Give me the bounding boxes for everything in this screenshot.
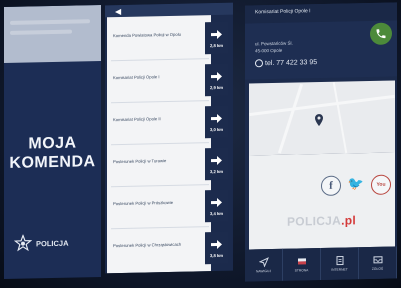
- back-arrow-icon[interactable]: ◀: [115, 7, 121, 16]
- facebook-icon[interactable]: f: [321, 175, 341, 196]
- station-name: Komenda Powiatowa Policji w Opolu: [113, 31, 181, 39]
- splash-title-line2: KOMENDA: [9, 153, 96, 172]
- address-line2: 45-000 Opole: [255, 47, 283, 54]
- splash-top-bar: [4, 4, 101, 64]
- map-road: [249, 94, 395, 117]
- list-item[interactable]: Komenda Powiatowa Policji w Opolu 2,8 km: [105, 17, 231, 62]
- navigate-button[interactable]: 2,8 km: [205, 21, 228, 55]
- tab-report[interactable]: ZGŁOŚ: [359, 246, 397, 280]
- phone-text: tel. 77 422 33 95: [265, 58, 318, 67]
- police-star-icon: [14, 234, 32, 252]
- bottom-tab-bar: NAWIGUJ STRONA INTERNET ZGŁOŚ: [245, 246, 397, 282]
- station-name: Posterunek Policji w Chrząstowicach: [113, 241, 182, 249]
- phone-icon: [376, 29, 386, 39]
- policja-pl-logo[interactable]: POLICJA.pl: [287, 213, 356, 228]
- list-item[interactable]: Posterunek Policji w Prószkowie 3,4 km: [105, 185, 231, 230]
- tab-label: NAWIGUJ: [255, 269, 272, 274]
- social-panel: f 🐦 You POLICJA.pl: [249, 152, 395, 250]
- navigate-button[interactable]: 3,2 km: [205, 147, 228, 181]
- flag-icon: [297, 258, 306, 265]
- station-name: Komisariat Policji Opole II: [113, 116, 161, 123]
- navigate-button[interactable]: 3,8 km: [205, 231, 228, 265]
- police-logo-text: POLICJA: [36, 238, 69, 248]
- detail-title: Komisariat Policji Opole I: [255, 8, 311, 16]
- right-arrow-icon: [210, 113, 222, 123]
- location-map[interactable]: [249, 80, 395, 156]
- distance-label: 3,4 km: [209, 210, 224, 216]
- map-road: [277, 83, 304, 154]
- address-line1: ul. Powstańców Śl.: [255, 40, 293, 47]
- distance-label: 2,8 km: [209, 42, 224, 48]
- phone-small-icon: [255, 59, 263, 68]
- splash-top-line: [10, 19, 90, 25]
- tab-internet[interactable]: INTERNET: [321, 247, 359, 280]
- right-arrow-icon: [210, 155, 222, 165]
- tab-label: STRONA: [294, 268, 309, 273]
- distance-label: 3,2 km: [209, 168, 224, 174]
- list-item[interactable]: Posterunek Policji w Chrząstowicach 3,8 …: [105, 227, 231, 272]
- right-arrow-icon: [210, 197, 222, 207]
- station-name: Komisariat Policji Opole I: [113, 74, 160, 81]
- tab-navigate[interactable]: NAWIGUJ: [245, 248, 283, 282]
- map-pin-icon: [315, 114, 323, 127]
- youtube-icon[interactable]: You: [371, 174, 391, 195]
- tab-website[interactable]: STRONA: [283, 248, 321, 281]
- inbox-icon: [373, 256, 382, 264]
- station-list-screen: ◀ Komenda Powiatowa Policji w Opolu 2,8 …: [105, 2, 233, 274]
- twitter-icon[interactable]: 🐦: [347, 175, 365, 193]
- right-arrow-icon: [210, 71, 222, 81]
- brand-text: POLICJA: [287, 213, 342, 229]
- tab-label: ZGŁOŚ: [371, 266, 384, 271]
- splash-title: MOJA KOMENDA: [4, 133, 101, 173]
- navigate-button[interactable]: 3,0 km: [205, 105, 228, 139]
- document-icon: [336, 256, 343, 266]
- distance-label: 2,9 km: [209, 84, 224, 90]
- distance-label: 3,8 km: [209, 252, 224, 258]
- photo-of-screens: MOJA KOMENDA POLICJA ◀ Komenda Powiatowa…: [0, 0, 401, 288]
- navigation-arrow-icon: [258, 257, 269, 268]
- splash-title-line1: MOJA: [28, 134, 77, 153]
- list-item[interactable]: Komisariat Policji Opole I 2,9 km: [105, 59, 231, 104]
- map-road: [332, 82, 348, 154]
- list-item[interactable]: Posterunek Policji w Turawie 3,2 km: [105, 143, 231, 188]
- tab-label: INTERNET: [331, 267, 348, 272]
- splash-top-line: [10, 29, 72, 35]
- phone-number[interactable]: tel. 77 422 33 95: [255, 58, 318, 68]
- right-arrow-icon: [210, 29, 222, 39]
- police-logo: POLICJA: [14, 234, 69, 253]
- brand-suffix: .pl: [341, 213, 357, 228]
- list-item[interactable]: Komisariat Policji Opole II 3,0 km: [105, 101, 231, 146]
- station-name: Posterunek Policji w Prószkowie: [113, 199, 174, 207]
- distance-label: 3,0 km: [209, 126, 224, 132]
- right-arrow-icon: [210, 239, 222, 249]
- splash-screen: MOJA KOMENDA POLICJA: [4, 4, 101, 280]
- station-detail-screen: Komisariat Policji Opole I ul. Powstańcó…: [245, 2, 397, 282]
- station-name: Posterunek Policji w Turawie: [113, 158, 167, 165]
- navigate-button[interactable]: 3,4 km: [205, 189, 228, 223]
- navigate-button[interactable]: 2,9 km: [205, 63, 228, 97]
